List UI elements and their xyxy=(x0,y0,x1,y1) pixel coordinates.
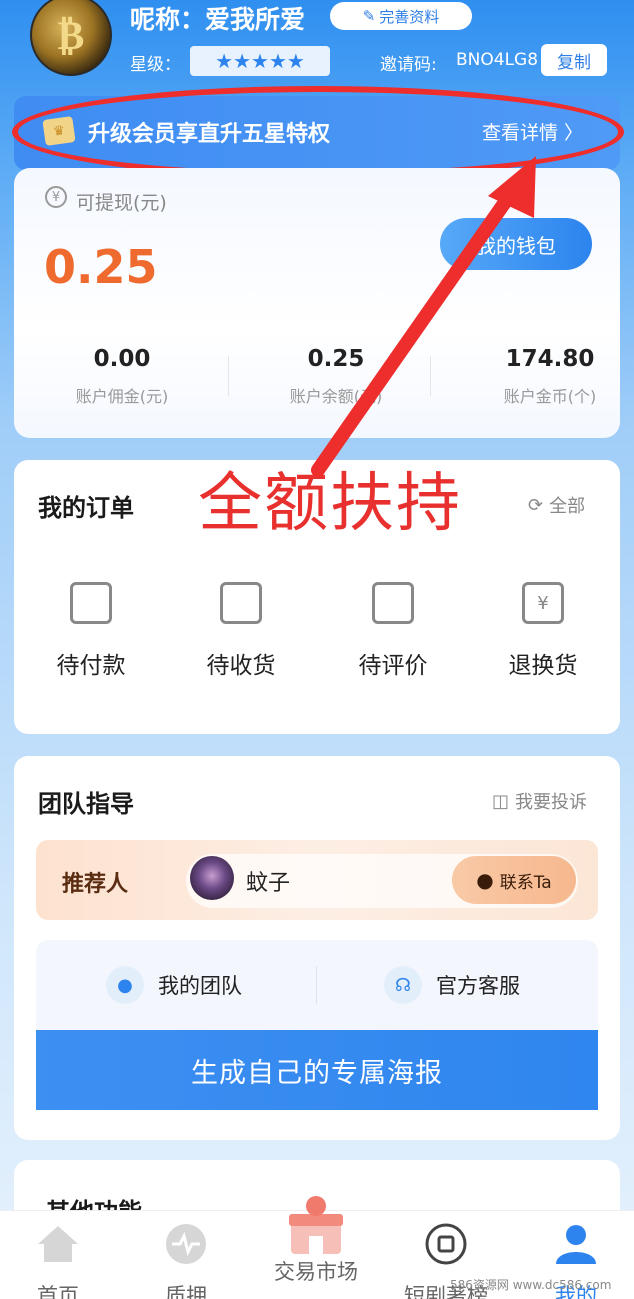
gold-coin-label: 账户金币(个) xyxy=(503,387,597,406)
user-icon xyxy=(556,1225,596,1264)
order-pending-review[interactable]: 待评价 xyxy=(338,582,448,680)
headset-icon: ☊ xyxy=(384,966,422,1004)
complaint-label: 我要投诉 xyxy=(515,792,588,813)
edit-profile-button[interactable]: ✎ 完善资料 xyxy=(330,2,472,30)
annotation-text: 全额扶持 xyxy=(198,467,462,541)
refresh-icon: ⟳ xyxy=(528,494,544,516)
order-label: 退换货 xyxy=(508,653,578,679)
customer-service-button[interactable]: ☊ 官方客服 xyxy=(384,966,520,1004)
camera-icon: ◫ xyxy=(492,790,510,812)
order-label: 待付款 xyxy=(56,653,126,679)
copy-button[interactable]: 复制 xyxy=(541,44,607,76)
orders-title: 我的订单 xyxy=(38,494,134,522)
referrer-avatar xyxy=(190,856,234,900)
star-rating: ★★★★★ xyxy=(190,46,330,76)
customer-service-label: 官方客服 xyxy=(436,974,520,998)
refund-icon: ¥ xyxy=(522,582,564,624)
order-refund[interactable]: ¥ 退换货 xyxy=(488,582,598,680)
order-label: 待评价 xyxy=(358,653,428,679)
balance-value: 0.25 xyxy=(307,346,365,372)
wechat-icon: ● xyxy=(476,868,494,892)
nav-pledge[interactable]: 质押 xyxy=(136,1222,236,1299)
order-pending-receipt[interactable]: 待收货 xyxy=(186,582,296,680)
square-icon xyxy=(425,1223,467,1265)
pencil-icon: ✎ xyxy=(362,7,376,25)
home-icon xyxy=(38,1226,78,1262)
nav-label: 质押 xyxy=(165,1284,207,1299)
box-icon xyxy=(372,582,414,624)
team-title: 团队指导 xyxy=(38,790,134,818)
store-icon xyxy=(289,1196,343,1254)
edit-profile-label: 完善资料 xyxy=(379,7,440,26)
complaint-link[interactable]: ◫ 我要投诉 xyxy=(492,788,587,814)
all-orders-label: 全部 xyxy=(549,496,586,517)
wallet-icon xyxy=(70,582,112,624)
my-team-button[interactable]: ● 我的团队 xyxy=(106,966,242,1004)
referrer-name: 蚊子 xyxy=(246,871,291,896)
divider xyxy=(430,356,431,396)
nav-label: 交易市场 xyxy=(274,1260,358,1284)
invite-code-label: 邀请码: xyxy=(380,55,437,75)
commission-value: 0.00 xyxy=(93,346,151,372)
nav-label: 首页 xyxy=(37,1284,79,1299)
commission-label: 账户佣金(元) xyxy=(75,387,169,406)
gold-coin-value: 174.80 xyxy=(505,346,595,372)
withdrawable-amount: 0.25 xyxy=(44,240,158,294)
nickname: 呢称：爱我所爱 xyxy=(130,5,306,34)
divider xyxy=(228,356,229,396)
my-team-label: 我的团队 xyxy=(158,974,242,998)
watermark: 586资源网 www.dc586.com xyxy=(450,1278,612,1292)
star-level-label: 星级： xyxy=(130,55,181,75)
balance-label: 账户余额(元) xyxy=(289,387,383,406)
inbox-icon xyxy=(220,582,262,624)
annotation-ellipse xyxy=(12,86,624,178)
all-orders-link[interactable]: ⟳ 全部 xyxy=(528,492,585,518)
invite-code-value: BNO4LG8 xyxy=(456,50,539,70)
referrer-label: 推荐人 xyxy=(62,872,129,897)
person-icon: ● xyxy=(106,966,144,1004)
order-label: 待收货 xyxy=(206,653,276,679)
divider xyxy=(316,966,317,1004)
generate-poster-button[interactable]: 生成自己的专属海报 xyxy=(36,1030,598,1110)
avatar[interactable]: ₿ xyxy=(30,0,112,76)
contact-referrer-button[interactable]: ● 联系Ta xyxy=(452,856,576,904)
nav-market[interactable]: 交易市场 xyxy=(266,1192,366,1286)
withdrawable-label: 可提现(元) xyxy=(76,192,167,214)
contact-label: 联系Ta xyxy=(499,872,552,893)
withdraw-icon: ¥ xyxy=(45,186,67,208)
nav-home[interactable]: 首页 xyxy=(8,1222,108,1299)
my-wallet-button[interactable]: 我的钱包 xyxy=(440,218,592,270)
pulse-icon xyxy=(166,1224,206,1264)
order-pending-payment[interactable]: 待付款 xyxy=(36,582,146,680)
